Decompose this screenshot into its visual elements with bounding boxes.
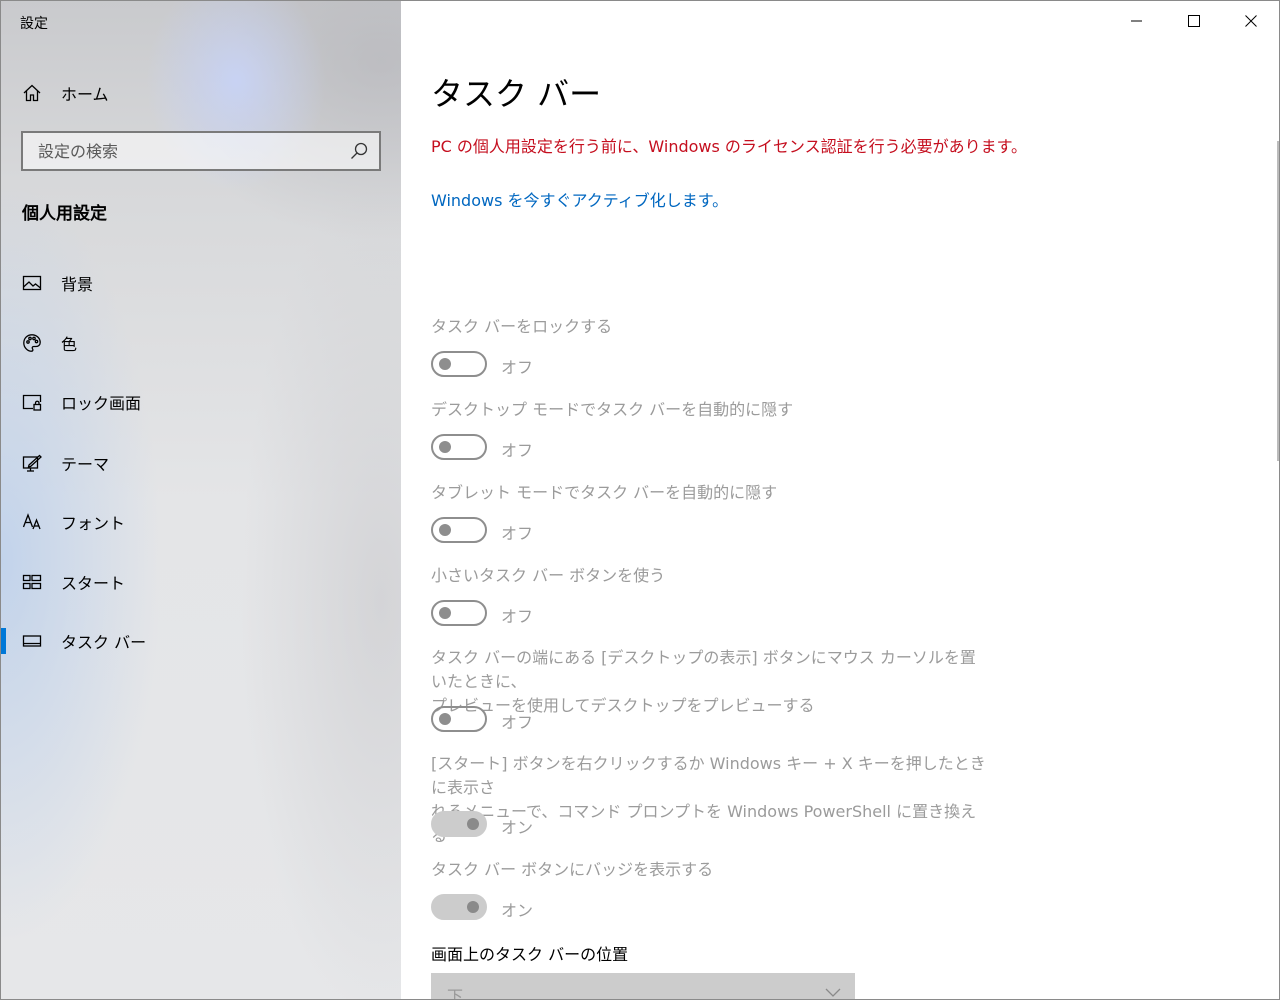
sidebar-item-home[interactable]: ホーム [1,73,401,113]
toggle-state-peek: オフ [501,713,534,732]
toggle-state-autohide-desktop: オフ [501,441,534,460]
toggle-knob [439,524,451,536]
toggle-knob [439,607,451,619]
toggle-state-autohide-tablet: オフ [501,524,534,543]
home-icon [21,82,43,104]
toggle-autohide-tablet[interactable] [431,517,487,543]
section-title: 個人用設定 [22,204,107,224]
toggle-lock-taskbar[interactable] [431,351,487,377]
settings-window: 設定 ホーム 個人用設定 背景 [0,0,1280,1000]
font-icon [21,511,43,533]
sidebar-item-label: ホーム [61,85,109,104]
setting-label-autohide-tablet: タブレット モードでタスク バーを自動的に隠す [431,483,778,502]
sidebar-item-label: 背景 [61,275,94,294]
app-title: 設定 [20,16,48,32]
toggle-peek[interactable] [431,706,487,732]
toggle-state-small-buttons: オフ [501,607,534,626]
palette-icon [21,332,43,354]
dropdown-value: 下 [447,987,464,1000]
sidebar-item-label: フォント [61,514,126,533]
picture-icon [21,272,43,294]
sidebar-item-start[interactable]: スタート [1,562,401,602]
toggle-state-powershell: オン [501,818,534,837]
setting-label-badges: タスク バー ボタンにバッジを表示する [431,860,714,879]
sidebar-item-background[interactable]: 背景 [1,263,401,303]
setting-label-small-buttons: 小さいタスク バー ボタンを使う [431,566,666,585]
selection-indicator [1,628,6,654]
theme-icon [21,452,43,474]
sidebar-item-taskbar[interactable]: タスク バー [1,621,401,661]
search-icon[interactable] [349,141,369,161]
taskbar-position-label: 画面上のタスク バーの位置 [431,945,629,964]
sidebar-item-themes[interactable]: テーマ [1,443,401,483]
search-input[interactable] [38,141,349,161]
lock-screen-icon [21,391,43,413]
sidebar-item-label: 色 [61,335,78,354]
sidebar-item-label: スタート [61,574,126,593]
search-box[interactable] [21,131,381,171]
sidebar-item-colors[interactable]: 色 [1,323,401,363]
sidebar: 設定 ホーム 個人用設定 背景 [1,1,401,999]
toggle-small-buttons[interactable] [431,600,487,626]
toggle-autohide-desktop[interactable] [431,434,487,460]
chevron-down-icon [825,988,841,997]
sidebar-item-fonts[interactable]: フォント [1,502,401,542]
toggle-knob [439,358,451,370]
page-title: タスク バー [431,75,602,113]
setting-label-line: タスク バーの端にある [デスクトップの表示] ボタンにマウス カーソルを置いた… [431,648,976,691]
sidebar-item-label: テーマ [61,455,110,474]
toggle-knob [467,901,479,913]
sidebar-item-label: ロック画面 [61,394,142,413]
setting-label-peek: タスク バーの端にある [デスクトップの表示] ボタンにマウス カーソルを置いた… [431,646,991,718]
taskbar-position-dropdown[interactable]: 下 [431,973,855,1000]
toggle-state-lock-taskbar: オフ [501,358,534,377]
toggle-knob [439,713,451,725]
main-content: タスク バー PC の個人用設定を行う前に、Windows のライセンス認証を行… [401,1,1279,1000]
start-icon [21,571,43,593]
toggle-knob [467,818,479,830]
toggle-powershell[interactable] [431,811,487,837]
setting-label-lock-taskbar: タスク バーをロックする [431,317,613,336]
setting-label-autohide-desktop: デスクトップ モードでタスク バーを自動的に隠す [431,400,794,419]
toggle-state-badges: オン [501,901,534,920]
sidebar-item-label: タスク バー [61,633,147,652]
toggle-badges[interactable] [431,894,487,920]
setting-label-line: [スタート] ボタンを右クリックするか Windows キー + X キーを押し… [431,754,986,797]
toggle-knob [439,441,451,453]
sidebar-item-lock-screen[interactable]: ロック画面 [1,382,401,422]
taskbar-icon [21,630,43,652]
activation-warning: PC の個人用設定を行う前に、Windows のライセンス認証を行う必要がありま… [431,137,1028,156]
activate-windows-link[interactable]: Windows を今すぐアクティブ化します。 [431,187,728,211]
